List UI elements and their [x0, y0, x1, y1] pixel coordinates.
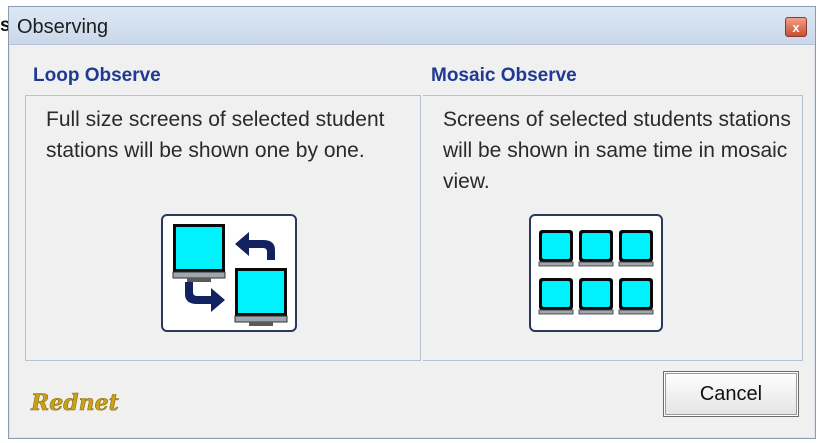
- dialog-title: Observing: [17, 16, 109, 38]
- mosaic-observe-description: Screens of selected students stations wi…: [443, 108, 791, 193]
- loop-observe-panel: Loop Observe Full size screens of select…: [25, 49, 421, 361]
- mosaic-observe-panel: Mosaic Observe Screens of selected stude…: [423, 49, 803, 361]
- loop-observe-box: Full size screens of selected student st…: [25, 95, 421, 361]
- close-button[interactable]: x: [785, 17, 807, 37]
- close-icon: x: [792, 19, 800, 35]
- loop-observe-button[interactable]: [161, 214, 297, 332]
- logo-text: Rednet: [30, 390, 119, 416]
- mosaic-observe-heading: Mosaic Observe: [431, 65, 577, 86]
- loop-observe-heading: Loop Observe: [33, 65, 161, 86]
- title-bar[interactable]: Observing x: [9, 7, 815, 45]
- mosaic-observe-icon: [538, 230, 654, 315]
- mosaic-observe-box: Screens of selected students stations wi…: [423, 95, 803, 361]
- loop-observe-description: Full size screens of selected student st…: [46, 108, 385, 162]
- cancel-button[interactable]: Cancel: [663, 371, 799, 417]
- mosaic-observe-button[interactable]: [529, 214, 663, 332]
- observing-dialog: Observing x Loop Observe Full size scree…: [8, 6, 816, 439]
- rednet-logo: Rednet: [29, 383, 119, 419]
- loop-observe-icon: [172, 224, 288, 326]
